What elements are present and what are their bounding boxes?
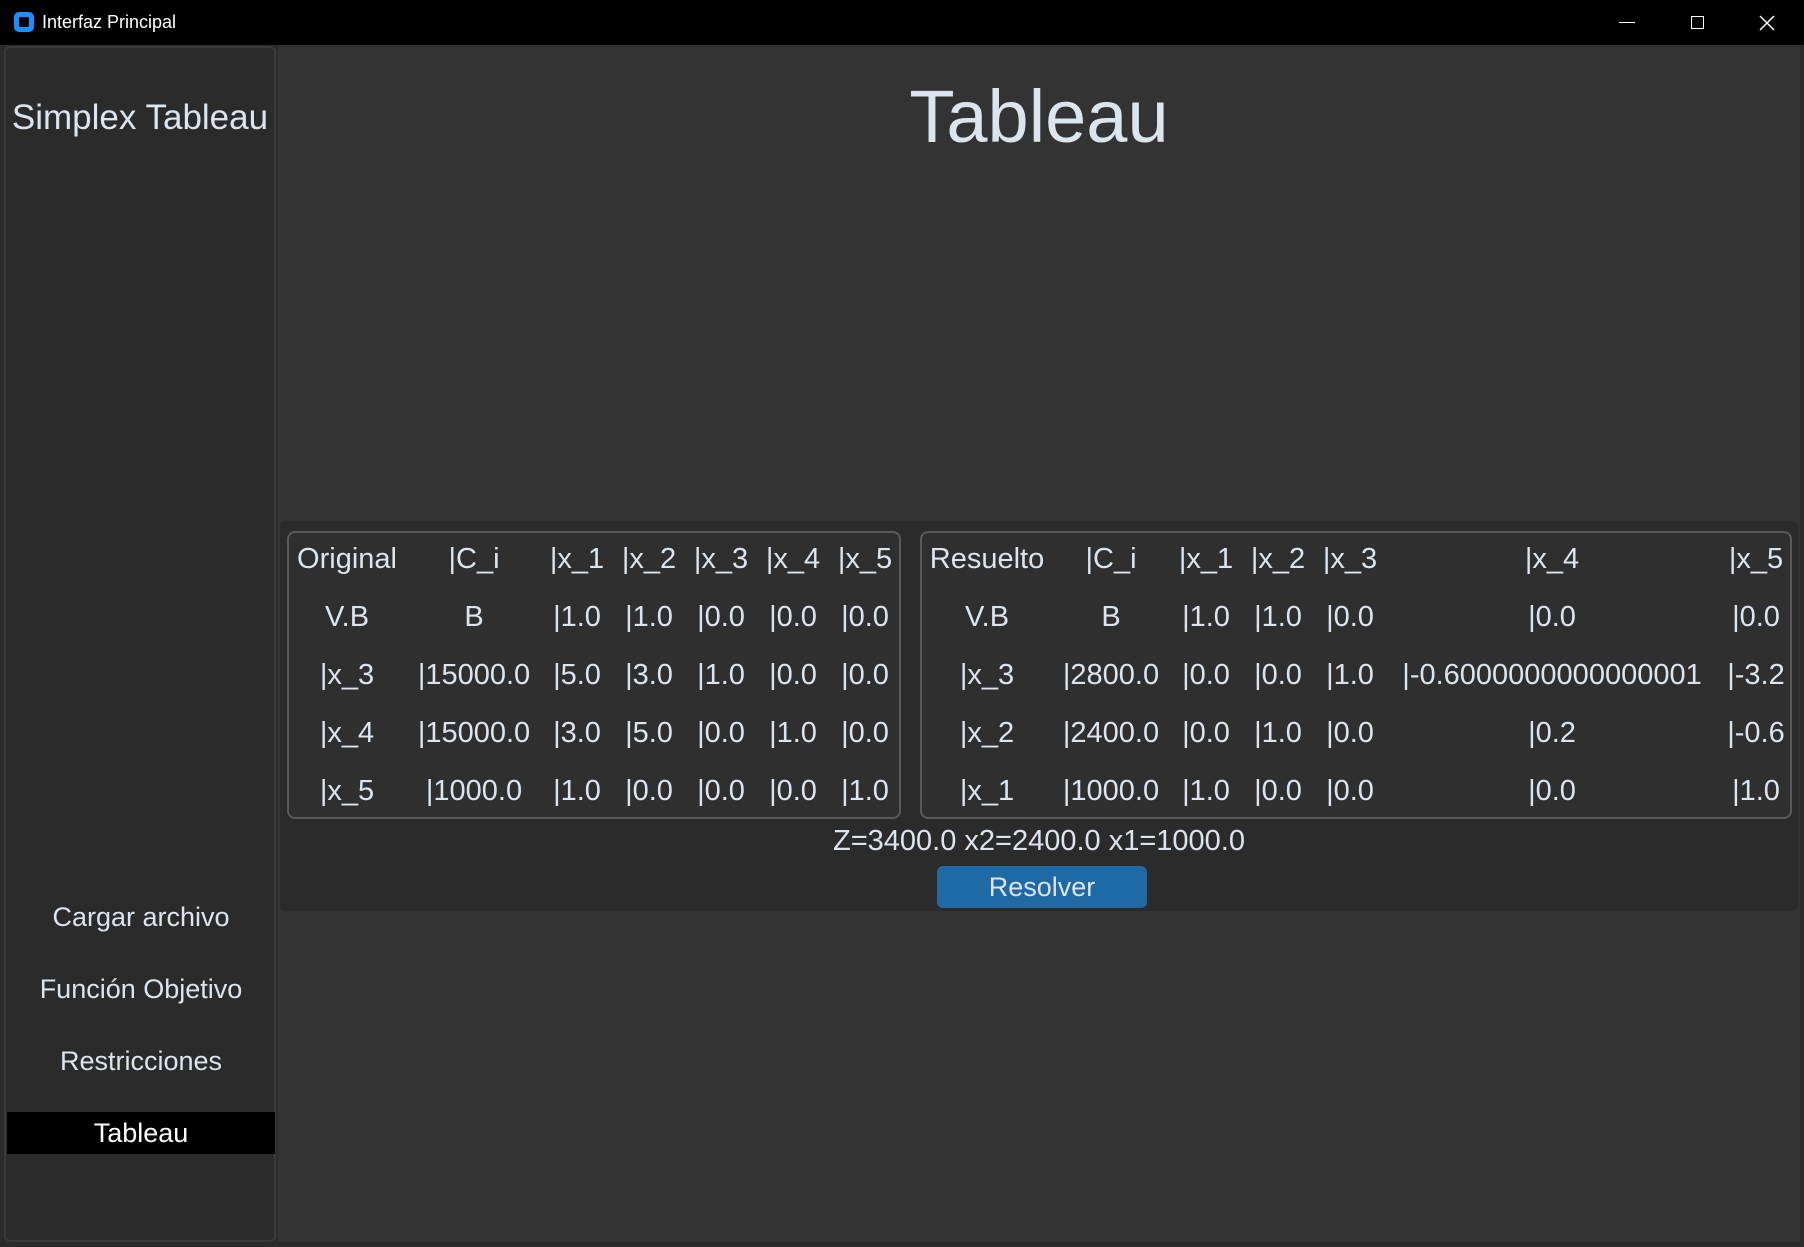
resolved-cell: |-0.6000000000000001 (1402, 659, 1702, 691)
original-cell: |x_5 (319, 775, 375, 807)
resolved-cell: B (1101, 601, 1121, 633)
original-header-cell: |x_1 (549, 543, 605, 575)
resolved-tableau: Resuelto |C_i |x_1 |x_2 |x_3 |x_4 |x_5 V.B B |1.0… (920, 531, 1792, 819)
resolved-cell: |0.0 (1182, 659, 1230, 691)
original-cell: |1.0 (553, 601, 601, 633)
resolved-cell: |1.0 (1254, 601, 1302, 633)
sidebar-item-tableau[interactable]: Tableau (7, 1112, 275, 1154)
close-button[interactable] (1732, 0, 1802, 45)
resolved-cell: |1.0 (1732, 775, 1780, 807)
main-content: Tableau Original |C_i |x_1 |x_2 |x_3 |x_4 |x_5… (278, 46, 1800, 1242)
resolved-header-cell: |C_i (1085, 543, 1137, 575)
original-cell: |0.0 (769, 659, 817, 691)
original-cell: |x_4 (319, 717, 375, 749)
resolved-cell: |0.0 (1326, 601, 1374, 633)
resolved-cell: V.B (964, 601, 1010, 633)
resolved-cell: |1000.0 (1062, 775, 1160, 807)
original-cell: |1.0 (625, 601, 673, 633)
maximize-icon (1690, 16, 1704, 29)
resolve-button[interactable]: Resolver (937, 866, 1147, 908)
close-icon (1759, 14, 1775, 31)
resolved-cell: |0.0 (1254, 659, 1302, 691)
title-bar: Interfaz Principal (0, 0, 1804, 45)
solution-summary: Z=3400.0 x2=2400.0 x1=1000.0 (833, 825, 1245, 857)
resolved-cell: |-3.2 (1727, 659, 1785, 691)
original-cell: |5.0 (625, 717, 673, 749)
original-cell: |0.0 (769, 775, 817, 807)
original-cell: |3.0 (553, 717, 601, 749)
resolved-cell: |1.0 (1326, 659, 1374, 691)
resolved-header-cell: |x_2 (1250, 543, 1306, 575)
tableau-panel: Original |C_i |x_1 |x_2 |x_3 |x_4 |x_5 V.B B |1.0… (280, 521, 1798, 911)
page-title: Tableau (909, 75, 1169, 158)
app-icon (14, 12, 34, 32)
resolved-cell: |0.0 (1732, 601, 1780, 633)
resolved-cell: |1.0 (1254, 717, 1302, 749)
resolved-cell: |0.0 (1326, 717, 1374, 749)
original-cell: |5.0 (553, 659, 601, 691)
resolved-cell: |1.0 (1182, 601, 1230, 633)
original-cell: |0.0 (697, 717, 745, 749)
original-header-cell: |x_4 (765, 543, 821, 575)
original-cell: |1.0 (697, 659, 745, 691)
original-tableau: Original |C_i |x_1 |x_2 |x_3 |x_4 |x_5 V.B B |1.0… (287, 531, 901, 819)
sidebar-item-funcion-objetivo[interactable]: Función Objetivo (7, 968, 275, 1010)
resolved-header-cell: Resuelto (929, 543, 1045, 575)
original-header-cell: |x_3 (693, 543, 749, 575)
resolved-cell: |0.0 (1326, 775, 1374, 807)
original-cell: |0.0 (625, 775, 673, 807)
original-cell: |0.0 (841, 659, 889, 691)
resolved-cell: |x_2 (959, 717, 1015, 749)
original-cell: |1000.0 (425, 775, 523, 807)
original-cell: |1.0 (841, 775, 889, 807)
resolved-cell: |0.2 (1528, 717, 1576, 749)
sidebar-item-cargar-archivo[interactable]: Cargar archivo (7, 896, 275, 938)
maximize-button[interactable] (1662, 0, 1732, 45)
minimize-icon (1619, 22, 1635, 23)
resolved-header-cell: |x_3 (1322, 543, 1378, 575)
resolved-cell: |1.0 (1182, 775, 1230, 807)
original-cell: V.B (324, 601, 370, 633)
window-title: Interfaz Principal (42, 12, 177, 32)
sidebar-item-restricciones[interactable]: Restricciones (7, 1040, 275, 1082)
original-cell: B (464, 601, 484, 633)
original-cell: |15000.0 (417, 717, 531, 749)
resolved-cell: |x_1 (959, 775, 1015, 807)
original-cell: |1.0 (769, 717, 817, 749)
resolved-header-cell: |x_5 (1728, 543, 1784, 575)
resolved-header-cell: |x_1 (1178, 543, 1234, 575)
original-header-cell: |x_5 (837, 543, 893, 575)
original-header-cell: Original (297, 543, 397, 575)
original-cell: |1.0 (553, 775, 601, 807)
sidebar: Simplex Tableau Cargar archivo Función O… (4, 46, 276, 1242)
resolved-header-cell: |x_4 (1524, 543, 1580, 575)
original-cell: |0.0 (769, 601, 817, 633)
sidebar-title: Simplex Tableau (11, 98, 269, 137)
resolved-cell: |2800.0 (1062, 659, 1160, 691)
original-cell: |0.0 (697, 601, 745, 633)
resolved-cell: |0.0 (1254, 775, 1302, 807)
original-header-cell: |x_2 (621, 543, 677, 575)
resolved-cell: |x_3 (959, 659, 1015, 691)
original-cell: |x_3 (319, 659, 375, 691)
resolved-cell: |2400.0 (1062, 717, 1160, 749)
original-cell: |0.0 (697, 775, 745, 807)
original-header-cell: |C_i (448, 543, 500, 575)
resolved-cell: |0.0 (1182, 717, 1230, 749)
resolved-cell: |0.0 (1528, 601, 1576, 633)
original-cell: |0.0 (841, 717, 889, 749)
original-cell: |0.0 (841, 601, 889, 633)
minimize-button[interactable] (1592, 0, 1662, 45)
original-cell: |3.0 (625, 659, 673, 691)
resolved-cell: |-0.6 (1727, 717, 1785, 749)
resolved-cell: |0.0 (1528, 775, 1576, 807)
original-cell: |15000.0 (417, 659, 531, 691)
